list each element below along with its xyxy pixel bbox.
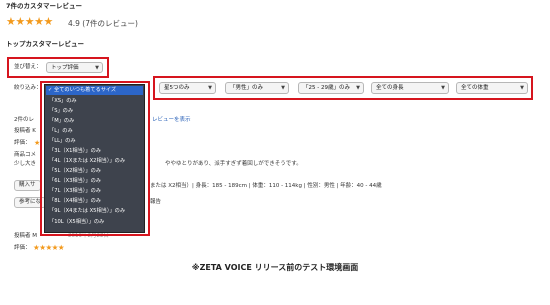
product-comment-label: 商品コメ	[14, 152, 37, 158]
review-poster: 投稿者 K	[14, 128, 36, 134]
report-link[interactable]: 報告	[150, 199, 161, 206]
review2-rating-stars: ★★★★★	[33, 243, 65, 252]
reviews-count-title: 7件のカスタマーレビュー	[6, 2, 83, 10]
weight-filter-value: 全ての体重	[461, 85, 489, 91]
weight-filter-select[interactable]: 全ての体重 ▼	[456, 82, 528, 94]
review2-rating-label: 評価：	[14, 245, 31, 251]
review-rating-label: 評価：	[14, 140, 31, 146]
top-reviews-title: トップカスタマーレビュー	[6, 40, 84, 48]
show-reviews-link[interactable]: レビューを表示	[152, 117, 191, 124]
filter-label: 絞り込み：	[14, 85, 42, 91]
gender-filter-select[interactable]: 「男性」のみ ▼	[225, 82, 289, 94]
star-filter-value: 星5つのみ	[164, 85, 190, 91]
sort-select[interactable]: トップ評価 ▼	[46, 62, 103, 73]
size-option[interactable]: 「7L（X3相当）」のみ	[49, 188, 101, 194]
test-environment-caption: ※ZETA VOICE リリース前のテスト環境画面	[191, 263, 359, 272]
size-option[interactable]: 「9L（X4または X5相当）」のみ	[49, 208, 125, 214]
height-filter-value: 全ての身長	[376, 85, 404, 91]
size-option[interactable]: 「4L（1Xまたは X2相当）」のみ	[49, 158, 125, 164]
chevron-down-icon: ▼	[208, 85, 212, 91]
size-option[interactable]: 「XS」のみ	[49, 98, 77, 104]
size-option[interactable]: 「10L（X5相当）」のみ	[49, 219, 104, 225]
gender-filter-value: 「男性」のみ	[230, 85, 264, 91]
chevron-down-icon: ▼	[281, 85, 285, 91]
size-option[interactable]: 「8L（X4相当）」のみ	[49, 198, 101, 204]
chevron-down-icon: ▼	[520, 85, 524, 91]
star-filter-select[interactable]: 星5つのみ ▼	[159, 82, 216, 94]
size-option[interactable]: 「3L（X1相当）」のみ	[49, 148, 101, 154]
chevron-down-icon: ▼	[356, 85, 360, 91]
purchase-info-text: または X2相当）| 身長：185 - 189cm | 体重：110 - 114…	[150, 183, 382, 189]
review-text-end: ややゆとりがあり、派手すぎず着回しができそうです。	[165, 161, 302, 167]
size-option[interactable]: 「LL」のみ	[49, 138, 76, 144]
average-rating-text[interactable]: 4.9 (7件のレビュー)	[68, 19, 138, 28]
review-text-start: 少し大き	[14, 161, 37, 167]
purchase-size-button[interactable]: 購入サ	[14, 180, 41, 191]
size-option[interactable]: 「L」のみ	[49, 128, 73, 134]
review-rating-stars: ★	[34, 139, 40, 147]
review-count-text: 2件のレ	[14, 117, 34, 123]
size-filter-dropdown[interactable]: ✓ 全てのいつも着てるサイズ 「XS」のみ 「S」のみ 「M」のみ 「L」のみ …	[44, 84, 145, 233]
age-filter-value: 「25 - 29歳」のみ	[303, 85, 350, 91]
size-option[interactable]: 「S」のみ	[49, 108, 73, 114]
size-option[interactable]: 「5L（X2相当）」のみ	[49, 168, 101, 174]
average-rating-stars: ★★★★★	[6, 15, 53, 28]
size-option[interactable]: 全てのいつも着てるサイズ	[54, 87, 116, 93]
size-option[interactable]: 「M」のみ	[49, 118, 74, 124]
sort-select-value: トップ評価	[51, 65, 79, 71]
height-filter-select[interactable]: 全ての身長 ▼	[371, 82, 449, 94]
checkmark-icon: ✓	[48, 87, 53, 93]
age-filter-select[interactable]: 「25 - 29歳」のみ ▼	[298, 82, 364, 94]
review2-poster: 投稿者 M	[14, 233, 37, 239]
chevron-down-icon: ▼	[95, 65, 99, 71]
sort-label: 並び替え：	[14, 64, 42, 70]
chevron-down-icon: ▼	[441, 85, 445, 91]
size-option[interactable]: 「6L（X3相当）」のみ	[49, 178, 101, 184]
